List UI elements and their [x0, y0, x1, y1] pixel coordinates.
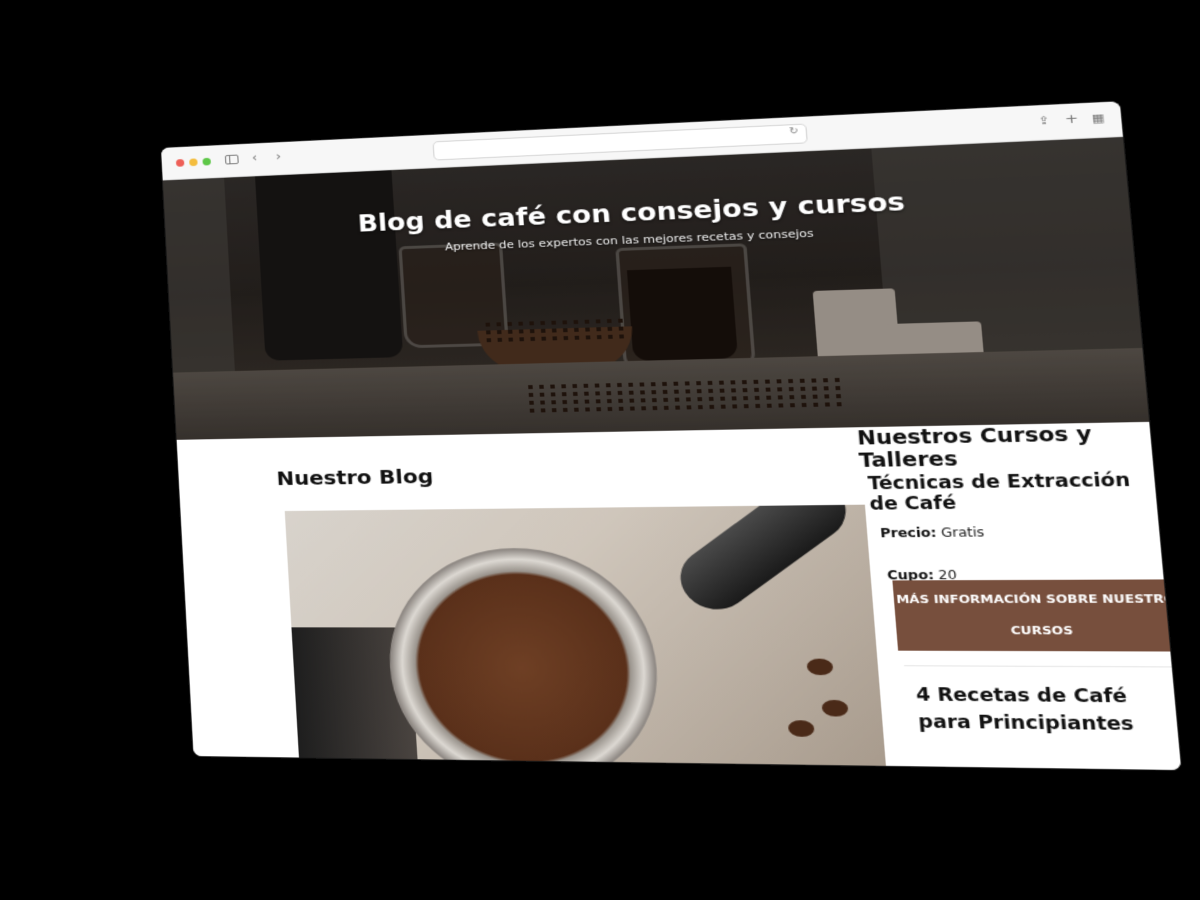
reload-icon[interactable]: ↻	[789, 126, 800, 137]
share-icon[interactable]: ⇪	[1038, 113, 1051, 130]
portafilter-handle-graphic	[666, 504, 861, 622]
maximize-window-button[interactable]	[202, 157, 212, 166]
course-price-label: Precio:	[879, 525, 938, 541]
tab-overview-icon[interactable]: ▦	[1091, 110, 1105, 127]
course-price: Precio: Gratis	[880, 525, 985, 540]
chevron-right-icon[interactable]: ›	[275, 150, 281, 165]
courses-heading: Nuestros Cursos y Talleres	[856, 422, 1093, 473]
coffee-bean-graphic	[806, 658, 834, 676]
portafilter-ground-coffee-graphic	[382, 547, 666, 766]
stage: ‹ › ↻ ⇪ + ▦ Blog de café con consejos y …	[0, 0, 1200, 900]
course-price-value: Gratis	[940, 525, 985, 540]
sidebar-toggle-icon[interactable]	[224, 154, 239, 165]
more-info-button[interactable]: Más información sobre nuestros cursos	[892, 579, 1182, 652]
plus-icon[interactable]: +	[1064, 112, 1079, 129]
coffee-bean-graphic	[821, 699, 849, 717]
blog-post-image[interactable]	[284, 504, 886, 766]
coffee-bean-graphic	[787, 720, 815, 737]
browser-window: ‹ › ↻ ⇪ + ▦ Blog de café con consejos y …	[161, 101, 1182, 771]
main-content: Nuestro Blog Nuestros Cursos y Talleres …	[176, 421, 1182, 771]
course-title[interactable]: Técnicas de Extracción de Café	[867, 470, 1157, 515]
close-window-button[interactable]	[175, 159, 185, 167]
blog-heading: Nuestro Blog	[275, 464, 434, 490]
hero-banner: Blog de café con consejos y cursos Apren…	[162, 136, 1150, 440]
course-divider	[904, 665, 1182, 668]
chevron-left-icon[interactable]: ‹	[252, 151, 258, 166]
course-title[interactable]: 4 Recetas de Café para Principiantes	[915, 682, 1181, 739]
minimize-window-button[interactable]	[189, 158, 198, 167]
